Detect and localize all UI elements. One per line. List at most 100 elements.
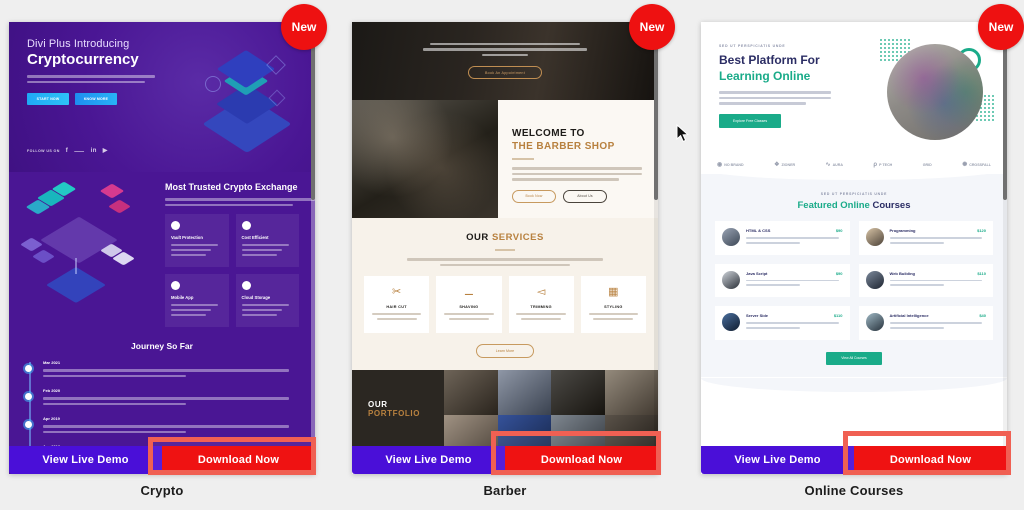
course-thumbnail: [865, 270, 884, 289]
card-preview-viewport: Divi Plus Introducing Cryptocurrency STA…: [9, 22, 315, 446]
portfolio-thumb[interactable]: [444, 414, 498, 446]
divider: [512, 158, 534, 160]
download-now-button[interactable]: Download Now: [854, 446, 1007, 474]
scissors-icon: ✂: [392, 286, 402, 298]
course-price: $110: [833, 313, 843, 319]
new-badge: New: [281, 4, 327, 50]
courses-hero-paragraph: [719, 91, 831, 105]
course-card[interactable]: Server Side $110: [715, 306, 850, 340]
barber-service-name: STYLING: [604, 305, 623, 309]
course-card[interactable]: Programming $120: [858, 221, 993, 255]
barber-welcome-line2: THE BARBER SHOP: [512, 141, 615, 152]
divider: [495, 249, 515, 251]
brand-logo-icon: ❖ ZIONER: [774, 162, 796, 168]
barber-service-card[interactable]: ◅ TRIMMING: [508, 276, 574, 333]
timeline-dot-icon: [25, 365, 32, 372]
layout-card-crypto[interactable]: Divi Plus Introducing Cryptocurrency STA…: [9, 22, 315, 474]
course-card[interactable]: Artificial Intelligence $40: [858, 306, 993, 340]
course-name: Web Building: [889, 270, 915, 276]
course-name: Programming: [889, 228, 916, 233]
courses-logo-strip: ◉ NO BRAND ❖ ZIONER ∿ AURA ρP TECH GRID ✺ CR…: [701, 161, 1007, 169]
barber-service-card[interactable]: ✂ HAIR CUT: [364, 276, 430, 333]
barber-welcome-section: WELCOME TO THE BARBER SHOP Book Now Abou…: [352, 100, 658, 218]
crypto-feature-card[interactable]: Vault Protection: [165, 214, 229, 267]
layout-card-barber[interactable]: Book An Appointment WELCOME TO THE BARBE…: [352, 22, 658, 474]
download-now-button[interactable]: Download Now: [162, 446, 315, 474]
card-scrollbar-track[interactable]: [1003, 22, 1007, 446]
course-card[interactable]: Java Script $90: [715, 263, 850, 298]
card-preview-viewport: Book An Appointment WELCOME TO THE BARBE…: [352, 22, 658, 446]
book-appointment-button[interactable]: Book An Appointment: [468, 66, 542, 80]
course-thumbnail: [865, 313, 884, 332]
crypto-exchange-heading: Most Trusted Crypto Exchange: [165, 182, 298, 192]
crypto-know-more-button[interactable]: KNOW MORE: [75, 93, 117, 105]
twitter-icon[interactable]: ⸺: [74, 146, 84, 155]
course-card[interactable]: HTML & CSS $90: [715, 221, 850, 255]
barber-services-heading: OUR SERVICES: [364, 232, 646, 243]
barber-portfolio-line1: OUR: [368, 399, 388, 409]
course-thumbnail: [722, 270, 740, 289]
layout-card-online-courses[interactable]: SED UT PERSPICIATIS UNDE Best Platform F…: [701, 22, 1007, 474]
portfolio-thumb[interactable]: [551, 369, 605, 415]
linkedin-icon[interactable]: in: [91, 148, 97, 154]
barber-service-card[interactable]: ⚊ SHAVING: [436, 276, 502, 333]
portfolio-thumb[interactable]: [551, 414, 605, 446]
crypto-start-now-button[interactable]: START NOW: [27, 93, 69, 105]
barber-hero: Book An Appointment: [352, 22, 658, 100]
portfolio-thumb[interactable]: [497, 369, 551, 415]
courses-hero-photo: [887, 44, 983, 140]
view-live-demo-button[interactable]: View Live Demo: [9, 446, 162, 474]
cloud-icon: [241, 281, 251, 290]
crypto-hero-kicker: Divi Plus Introducing: [27, 38, 130, 50]
portfolio-thumb[interactable]: [444, 369, 498, 415]
brand-logo-icon: ✺ CROSSFALL: [962, 162, 991, 168]
portfolio-thumb[interactable]: [604, 414, 658, 446]
brand-logo-icon: ρP TECH: [873, 161, 893, 168]
crypto-feature-grid: Vault Protection Cost Efficient Mobile A…: [165, 214, 299, 327]
clipper-icon: ◅: [536, 286, 546, 298]
portfolio-thumb[interactable]: [497, 414, 551, 446]
youtube-icon[interactable]: ▶: [103, 147, 108, 154]
courses-featured-section: SED UT PERSPICIATIS UNDE Featured Online…: [701, 188, 1007, 377]
barber-about-us-button[interactable]: About Us: [563, 189, 607, 203]
timeline-date: Mar 2021: [43, 360, 61, 365]
timeline-item: Mar 2021: [25, 360, 299, 377]
new-badge: New: [978, 4, 1024, 50]
barber-service-card[interactable]: ▦ STYLING: [580, 276, 646, 333]
timeline-item: Feb 2020: [25, 388, 299, 405]
layout-preview-stage: Divi Plus Introducing Cryptocurrency STA…: [0, 0, 1024, 510]
view-live-demo-button[interactable]: View Live Demo: [352, 446, 505, 474]
barber-learn-more-button[interactable]: Learn More: [476, 343, 534, 358]
crypto-feature-title: Vault Protection: [171, 235, 203, 240]
timeline-date: Feb 2020: [43, 388, 61, 393]
card-scrollbar-track[interactable]: [654, 22, 658, 446]
view-all-courses-button[interactable]: View All Courses: [826, 351, 882, 365]
crypto-feature-card[interactable]: Mobile App: [165, 274, 229, 327]
coin-icon: [241, 221, 251, 230]
new-badge: New: [629, 4, 675, 50]
course-name: Java Script: [746, 270, 768, 276]
explore-free-classes-button[interactable]: Explore Free Classes: [719, 113, 781, 128]
layout-name-crypto: Crypto: [140, 483, 184, 498]
portfolio-thumb[interactable]: [604, 369, 658, 415]
barber-services-heading-a: OUR: [466, 232, 489, 243]
crypto-feature-title: Cost Efficient: [241, 235, 269, 240]
download-now-button[interactable]: Download Now: [505, 446, 658, 474]
card-footer-bar: View Live Demo Download Now: [9, 446, 315, 474]
crypto-exchange-section: Most Trusted Crypto Exchange Vault Prote…: [9, 172, 315, 327]
view-live-demo-button[interactable]: View Live Demo: [701, 446, 854, 474]
wave-divider: [701, 377, 1007, 401]
crypto-feature-card[interactable]: Cloud Storage: [235, 274, 299, 327]
crypto-social-row: FOLLOW US ON f ⸺ in ▶: [27, 146, 108, 156]
course-card[interactable]: Web Building $110: [858, 263, 993, 298]
card-scrollbar-track[interactable]: [311, 22, 315, 446]
wave-divider: [701, 168, 1007, 188]
barber-service-grid: ✂ HAIR CUT ⚊ SHAVING ◅ TRIMMING ▦ STYLIN…: [364, 276, 646, 333]
barber-service-name: SHAVING: [459, 305, 479, 309]
facebook-icon[interactable]: f: [66, 148, 68, 154]
crypto-feature-card[interactable]: Cost Efficient: [235, 214, 299, 267]
course-name: Server Side: [746, 313, 769, 319]
crypto-timeline: Mar 2021 Feb 2020 Apr 2019: [25, 360, 299, 446]
barber-book-now-button[interactable]: Book Now: [512, 189, 556, 203]
crypto-exchange-paragraph: [165, 198, 315, 206]
